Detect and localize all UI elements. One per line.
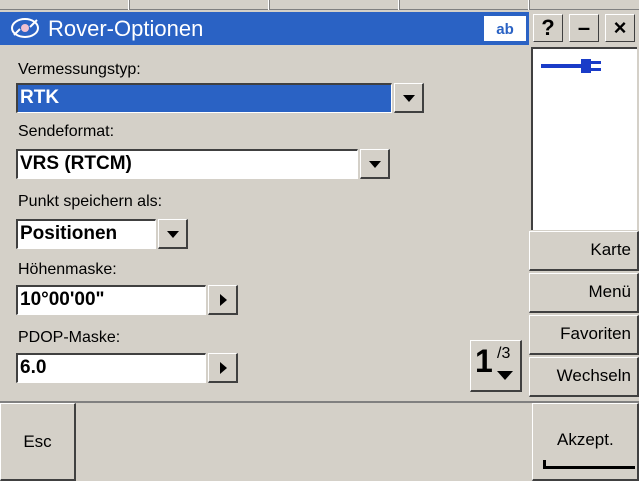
survey-type-label: Vermessungstyp: xyxy=(18,61,141,78)
elevation-mask-field[interactable]: 10°00'00" xyxy=(16,285,206,315)
save-point-dropdown-button[interactable] xyxy=(158,219,188,249)
menu-button[interactable]: Menü xyxy=(529,273,639,313)
enter-icon-line xyxy=(543,466,635,469)
send-format-select[interactable]: VRS (RTCM) xyxy=(16,149,358,179)
bottom-bar: Esc Akzept. xyxy=(0,401,639,481)
elevation-mask-label: Höhenmaske: xyxy=(18,261,117,278)
help-button[interactable]: ? xyxy=(533,14,563,42)
satellite-icon xyxy=(11,18,39,38)
window-title: Rover-Optionen xyxy=(48,16,204,41)
save-point-select[interactable]: Positionen xyxy=(16,219,156,249)
page-down-button[interactable]: 1 /3 xyxy=(470,340,522,392)
pdop-mask-label: PDOP-Maske: xyxy=(18,329,121,346)
send-format-label: Sendeformat: xyxy=(18,123,115,140)
status-area xyxy=(531,47,637,230)
pdop-mask-field[interactable]: 6.0 xyxy=(16,353,206,383)
chevron-down-icon xyxy=(497,371,513,380)
window-controls: ? – × xyxy=(529,12,639,45)
page-total: /3 xyxy=(497,345,511,362)
title-bar: Rover-Optionen ab xyxy=(0,12,529,45)
minimize-button[interactable]: – xyxy=(569,14,599,42)
form-area: Vermessungstyp: RTK Sendeformat: VRS (RT… xyxy=(0,45,529,400)
plug-icon xyxy=(541,59,601,73)
save-point-label: Punkt speichern als: xyxy=(18,193,163,210)
survey-type-select[interactable]: RTK xyxy=(16,83,392,113)
survey-type-dropdown-button[interactable] xyxy=(394,83,424,113)
send-format-dropdown-button[interactable] xyxy=(360,149,390,179)
accept-label: Akzept. xyxy=(557,430,614,449)
input-mode-button[interactable]: ab xyxy=(484,16,526,41)
top-strip xyxy=(0,0,639,10)
favorites-button[interactable]: Favoriten xyxy=(529,315,639,355)
accept-button[interactable]: Akzept. xyxy=(532,403,639,481)
page-current: 1 xyxy=(475,343,493,379)
esc-button[interactable]: Esc xyxy=(0,403,76,481)
elevation-mask-arrow-button[interactable] xyxy=(208,285,238,315)
close-button[interactable]: × xyxy=(605,14,635,42)
switch-button[interactable]: Wechseln xyxy=(529,357,639,397)
map-button[interactable]: Karte xyxy=(529,231,639,271)
side-panel: Karte Menü Favoriten Wechseln xyxy=(529,45,639,400)
pdop-mask-arrow-button[interactable] xyxy=(208,353,238,383)
